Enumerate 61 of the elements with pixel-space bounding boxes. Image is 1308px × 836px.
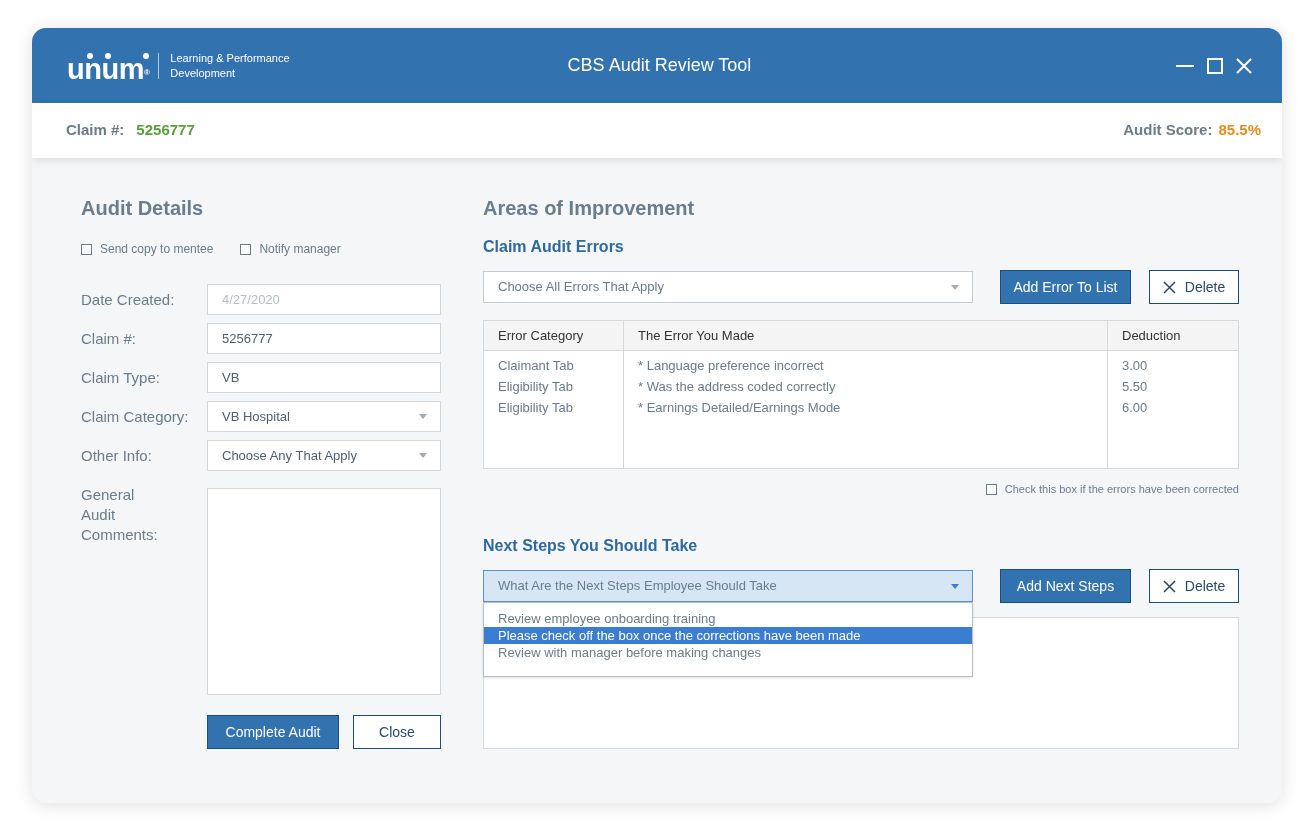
table-cell: * Language preference incorrect — [623, 355, 1107, 376]
caret-icon — [951, 284, 959, 290]
field-label: Date Created: — [81, 290, 175, 308]
table-cell-text: Eligibility Tab — [497, 398, 574, 417]
table-cell: 5.50 — [1107, 376, 1238, 397]
x-icon — [1162, 579, 1176, 593]
field-label: General Audit Comments: — [81, 485, 159, 545]
logo-dots-icon — [87, 52, 149, 59]
delete-button[interactable]: Delete — [1149, 569, 1239, 603]
caret-icon — [419, 453, 427, 458]
maximize-icon[interactable] — [1207, 57, 1223, 74]
x-icon — [1162, 280, 1176, 294]
dropdown[interactable]: Choose All Errors That Apply — [483, 271, 973, 303]
dropdown[interactable]: VB Hospital — [207, 401, 441, 432]
minimize-icon[interactable] — [1176, 64, 1194, 67]
column-header: Deduction — [1107, 321, 1238, 350]
field-label: Other Info: — [81, 446, 152, 464]
close-icon[interactable] — [1236, 57, 1252, 74]
input-field[interactable]: VB — [207, 362, 441, 393]
checkbox-label: Send copy to mentee — [100, 241, 214, 257]
primary-button[interactable]: Add Next Steps — [1000, 569, 1131, 603]
claim-number: 5256777 — [136, 120, 195, 141]
input-field[interactable]: 5256777 — [207, 323, 441, 354]
section-heading: Audit Details — [81, 196, 205, 220]
delete-button[interactable]: Delete — [1149, 270, 1239, 304]
field-label: Claim Type: — [81, 368, 160, 386]
caret-icon — [419, 414, 427, 419]
table-cell: 3.00 — [1107, 355, 1238, 376]
table-cell: 6.00 — [1107, 397, 1238, 418]
window-title: CBS Audit Review Tool — [567, 54, 752, 77]
table-cell: * Was the address coded correctly — [623, 376, 1107, 397]
dropdown[interactable]: Choose Any That Apply — [207, 440, 441, 471]
checkbox-label: Notify manager — [259, 241, 341, 257]
score-value: 85.5% — [1218, 120, 1261, 141]
dropdown-option[interactable]: Review with manager before making changes — [484, 644, 972, 661]
score-label: Audit Score: — [1123, 120, 1213, 141]
subsection-heading: Claim Audit Errors — [483, 237, 625, 257]
claim-label: Claim #: — [66, 120, 125, 141]
field-label: Claim #: — [81, 329, 136, 347]
checkbox-label: Check this box if the errors have been corrected — [1004, 482, 1239, 497]
checkbox[interactable] — [985, 483, 997, 495]
caret-icon — [951, 583, 959, 589]
primary-button[interactable]: Add Error To List — [1000, 270, 1131, 304]
dropdown[interactable]: What Are the Next Steps Employee Should Take — [483, 570, 973, 602]
column-header: The Error You Made — [623, 321, 1107, 350]
logo-tagline: Learning & Performance Development — [170, 50, 291, 81]
comments-field[interactable] — [207, 488, 441, 695]
column-header: Error Category — [497, 326, 585, 345]
logo: unum$^{®}$ — [67, 58, 150, 79]
checkbox[interactable] — [240, 243, 252, 255]
table-cell-text: Claimant Tab — [497, 356, 575, 375]
primary-button[interactable]: Complete Audit — [207, 715, 339, 749]
field-label: Claim Category: — [81, 407, 189, 425]
dropdown-option[interactable]: Review employee onboarding training — [484, 610, 972, 627]
subsection-heading: Next Steps You Should Take — [483, 536, 699, 556]
table-cell: * Earnings Detailed/Earnings Mode — [623, 397, 1107, 418]
secondary-button[interactable]: Close — [353, 715, 441, 749]
checkbox[interactable] — [81, 243, 92, 255]
table-cell-text: Eligibility Tab — [497, 377, 574, 396]
section-heading: Areas of Improvement — [483, 196, 696, 220]
dropdown-option[interactable]: Please check off the box once the corrections have been made — [484, 627, 972, 644]
